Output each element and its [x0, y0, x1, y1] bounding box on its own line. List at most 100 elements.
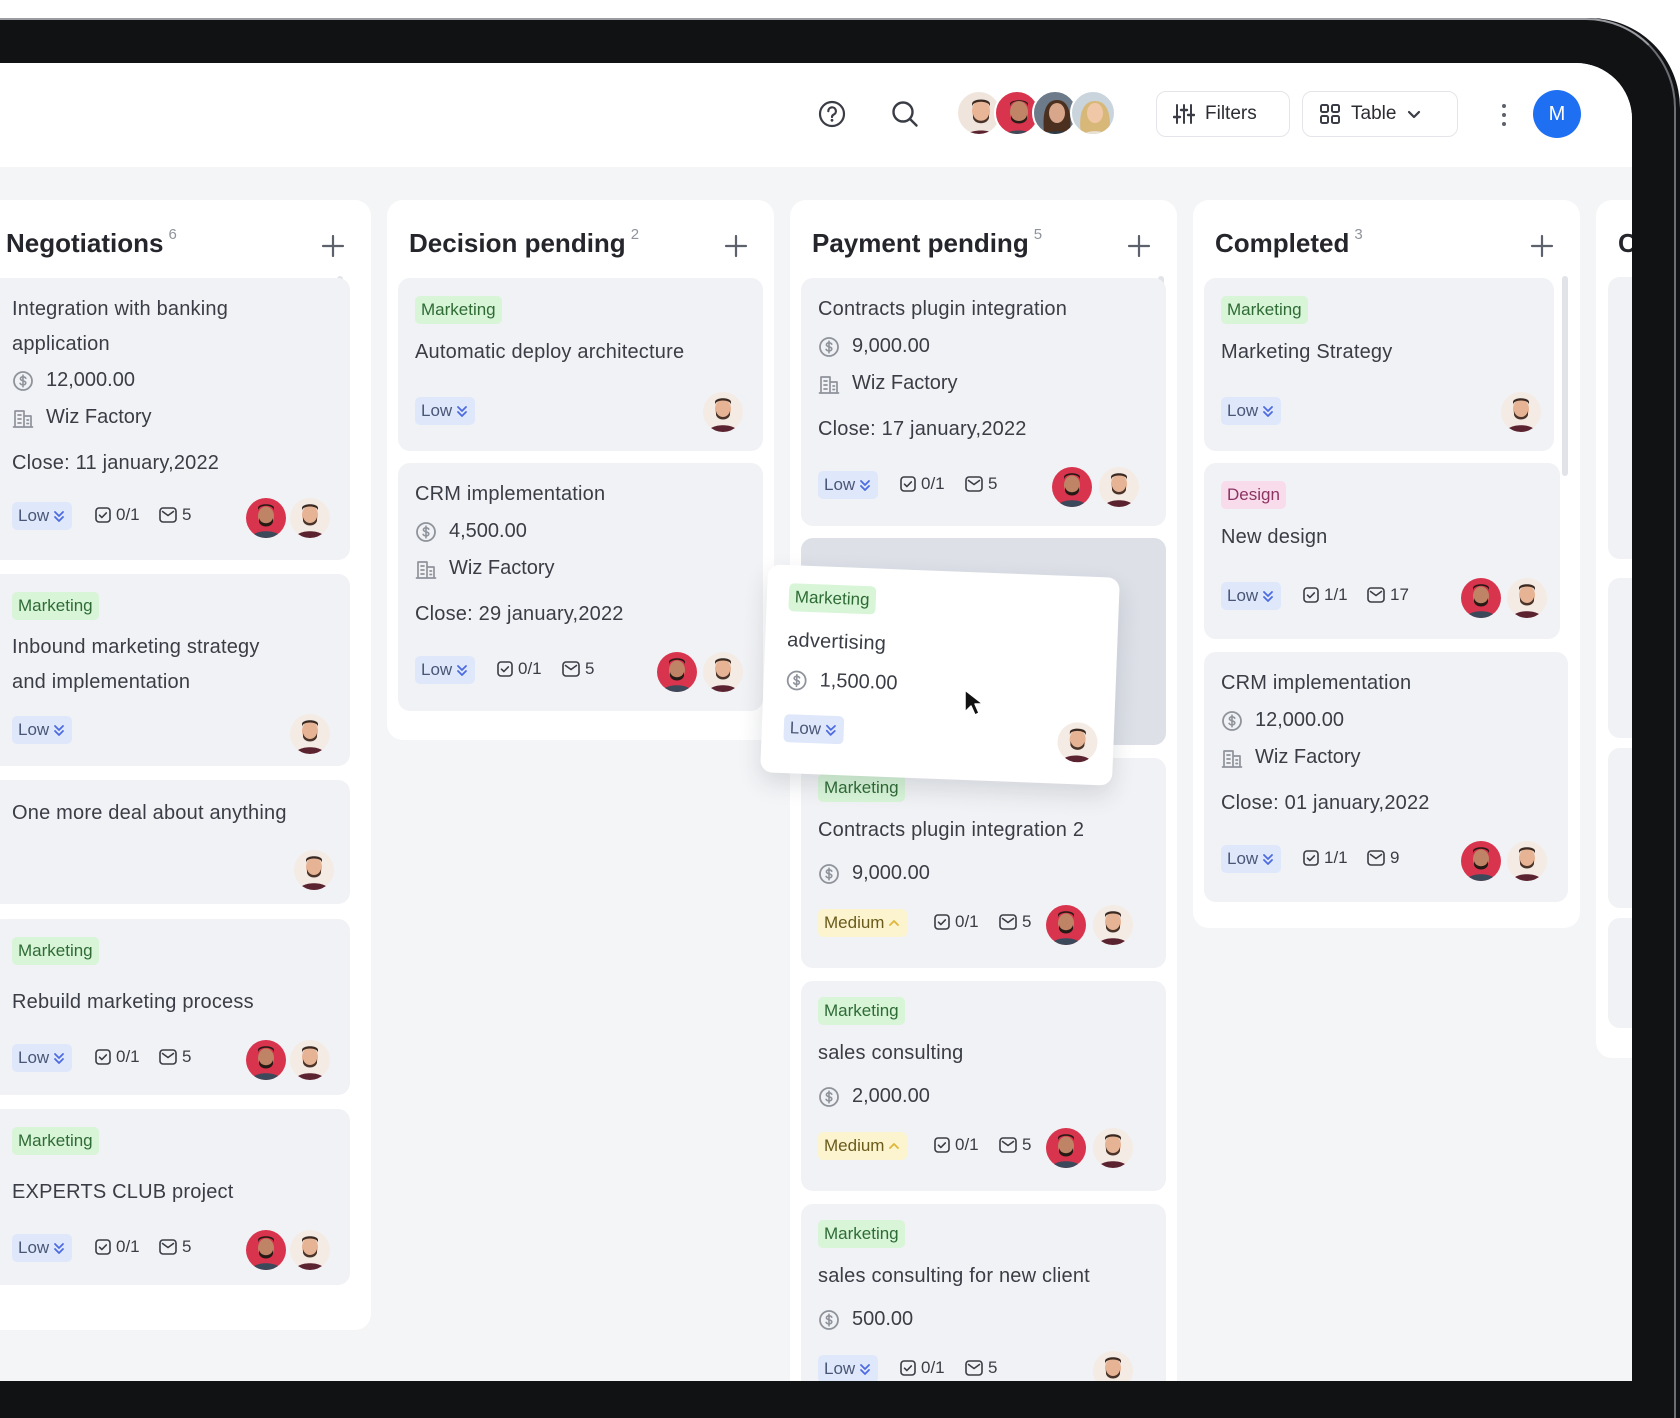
- priority-badge[interactable]: Low: [12, 1044, 73, 1072]
- priority-badge[interactable]: Low: [415, 397, 476, 425]
- assignee-avatar[interactable]: [1507, 841, 1547, 881]
- assignee-avatar[interactable]: [290, 498, 330, 538]
- card-company: Wiz Factory: [1221, 746, 1361, 769]
- deal-card[interactable]: [1608, 578, 1632, 738]
- team-avatars[interactable]: [956, 90, 1116, 138]
- deal-card[interactable]: One more deal about anything: [0, 780, 350, 904]
- card-tasks: 0/1: [933, 912, 979, 932]
- deal-card[interactable]: Marketing Rebuild marketing process Low …: [0, 919, 350, 1095]
- priority-badge[interactable]: Low: [12, 716, 73, 744]
- avatar[interactable]: [1070, 90, 1116, 136]
- card-title: sales consulting for new client: [818, 1265, 1090, 1287]
- assignee-avatar[interactable]: [290, 1040, 330, 1080]
- add-card-icon[interactable]: [320, 233, 346, 259]
- assignee-avatar[interactable]: [246, 1230, 286, 1270]
- more-options-icon[interactable]: [1494, 99, 1514, 131]
- deal-card[interactable]: [1608, 918, 1632, 1028]
- message-icon: [1366, 586, 1386, 604]
- priority-badge[interactable]: Medium: [818, 909, 908, 937]
- assignee-avatar[interactable]: [703, 652, 743, 692]
- deal-card[interactable]: CRM implementation 4,500.00 Wiz Factory …: [398, 463, 763, 711]
- assignee-avatar[interactable]: [246, 1040, 286, 1080]
- card-title: Automatic deploy architecture: [415, 341, 685, 363]
- deal-card[interactable]: CRM implementation 12,000.00 Wiz Factory…: [1204, 652, 1568, 902]
- assignee-avatar[interactable]: [290, 714, 330, 754]
- deal-card[interactable]: Marketing Contracts plugin integration 2…: [801, 758, 1166, 968]
- card-comments: 5: [998, 1135, 1031, 1155]
- assignee-avatar[interactable]: [1093, 1351, 1133, 1381]
- priority-badge[interactable]: Low: [1221, 397, 1282, 425]
- checkbox-icon: [933, 1136, 951, 1154]
- card-tasks: 0/1: [94, 1047, 140, 1067]
- priority-badge[interactable]: Low: [1221, 845, 1282, 873]
- tag-badge: Marketing: [12, 592, 99, 620]
- assignee-avatar[interactable]: [657, 652, 697, 692]
- card-title: Integration with banking application: [12, 298, 229, 355]
- chevron-double-down-icon: [858, 477, 872, 493]
- assignee-avatar[interactable]: [1093, 1128, 1133, 1168]
- priority-badge[interactable]: Low: [783, 714, 845, 745]
- search-icon[interactable]: [885, 94, 925, 134]
- scrollbar[interactable]: [1562, 276, 1568, 476]
- deal-card[interactable]: Marketing sales consulting 2,000.00 Medi…: [801, 981, 1166, 1191]
- assignee-avatar[interactable]: [1056, 721, 1099, 764]
- assignee-avatar[interactable]: [1461, 841, 1501, 881]
- column-partial: C: [1596, 200, 1632, 1058]
- priority-badge[interactable]: Low: [12, 1234, 73, 1262]
- add-card-icon[interactable]: [1126, 233, 1152, 259]
- assignee-avatar[interactable]: [1461, 578, 1501, 618]
- dragged-deal-card[interactable]: Marketing advertising 1,500.00 Low: [760, 564, 1120, 786]
- priority-badge[interactable]: Low: [1221, 582, 1282, 610]
- grid-view-icon: [1320, 104, 1340, 124]
- card-tasks: 1/1: [1302, 585, 1348, 605]
- add-card-icon[interactable]: [723, 233, 749, 259]
- card-comments: 9: [1366, 848, 1399, 868]
- assignee-avatar[interactable]: [290, 1230, 330, 1270]
- tag-badge: Design: [1221, 481, 1286, 509]
- card-comments: 5: [158, 1047, 191, 1067]
- deal-card[interactable]: Marketing EXPERTS CLUB project Low 0/1 5: [0, 1109, 350, 1285]
- message-icon: [1366, 849, 1386, 867]
- deal-card[interactable]: Design New design Low 1/1 17: [1204, 463, 1560, 639]
- chevron-double-down-icon: [52, 722, 66, 738]
- filters-icon: [1173, 104, 1195, 124]
- card-comments: 5: [964, 1358, 997, 1378]
- card-amount: 500.00: [818, 1308, 913, 1331]
- priority-badge[interactable]: Medium: [818, 1132, 908, 1160]
- deal-card[interactable]: Marketing Inbound marketing strategy and …: [0, 574, 350, 766]
- assignee-avatar[interactable]: [1501, 392, 1541, 432]
- deal-card[interactable]: Contracts plugin integration 9,000.00 Wi…: [801, 278, 1166, 526]
- assignee-avatar[interactable]: [1507, 578, 1547, 618]
- priority-badge[interactable]: Low: [12, 502, 73, 530]
- card-comments: 5: [158, 505, 191, 525]
- priority-badge[interactable]: Low: [818, 471, 879, 499]
- assignee-avatar[interactable]: [1099, 467, 1139, 507]
- deal-card[interactable]: Marketing Marketing Strategy Low: [1204, 278, 1554, 451]
- user-avatar-button[interactable]: M: [1533, 90, 1581, 138]
- assignee-avatar[interactable]: [1093, 905, 1133, 945]
- help-icon[interactable]: [812, 94, 852, 134]
- deal-card[interactable]: Integration with banking application 12,0…: [0, 278, 350, 560]
- card-amount: 9,000.00: [818, 862, 930, 885]
- deal-card[interactable]: Marketing Automatic deploy architecture …: [398, 278, 763, 451]
- assignee-avatar[interactable]: [246, 498, 286, 538]
- view-switcher-button[interactable]: Table: [1302, 91, 1458, 137]
- assignee-avatar[interactable]: [1052, 467, 1092, 507]
- deal-card[interactable]: [1608, 748, 1632, 908]
- priority-badge[interactable]: Low: [818, 1355, 879, 1381]
- assignee-avatar[interactable]: [294, 850, 334, 890]
- filters-button[interactable]: Filters: [1156, 91, 1290, 137]
- card-amount: 12,000.00: [12, 369, 135, 392]
- add-card-icon[interactable]: [1529, 233, 1555, 259]
- card-tasks: 0/1: [933, 1135, 979, 1155]
- building-icon: [1221, 747, 1243, 769]
- card-comments: 5: [158, 1237, 191, 1257]
- deal-card[interactable]: Marketing sales consulting for new clien…: [801, 1204, 1166, 1381]
- priority-badge[interactable]: Low: [415, 656, 476, 684]
- assignee-avatar[interactable]: [1046, 905, 1086, 945]
- assignee-avatar[interactable]: [703, 392, 743, 432]
- card-tasks: 0/1: [496, 659, 542, 679]
- deal-card[interactable]: [1608, 277, 1632, 559]
- assignee-avatar[interactable]: [1046, 1128, 1086, 1168]
- card-tasks: 0/1: [94, 1237, 140, 1257]
